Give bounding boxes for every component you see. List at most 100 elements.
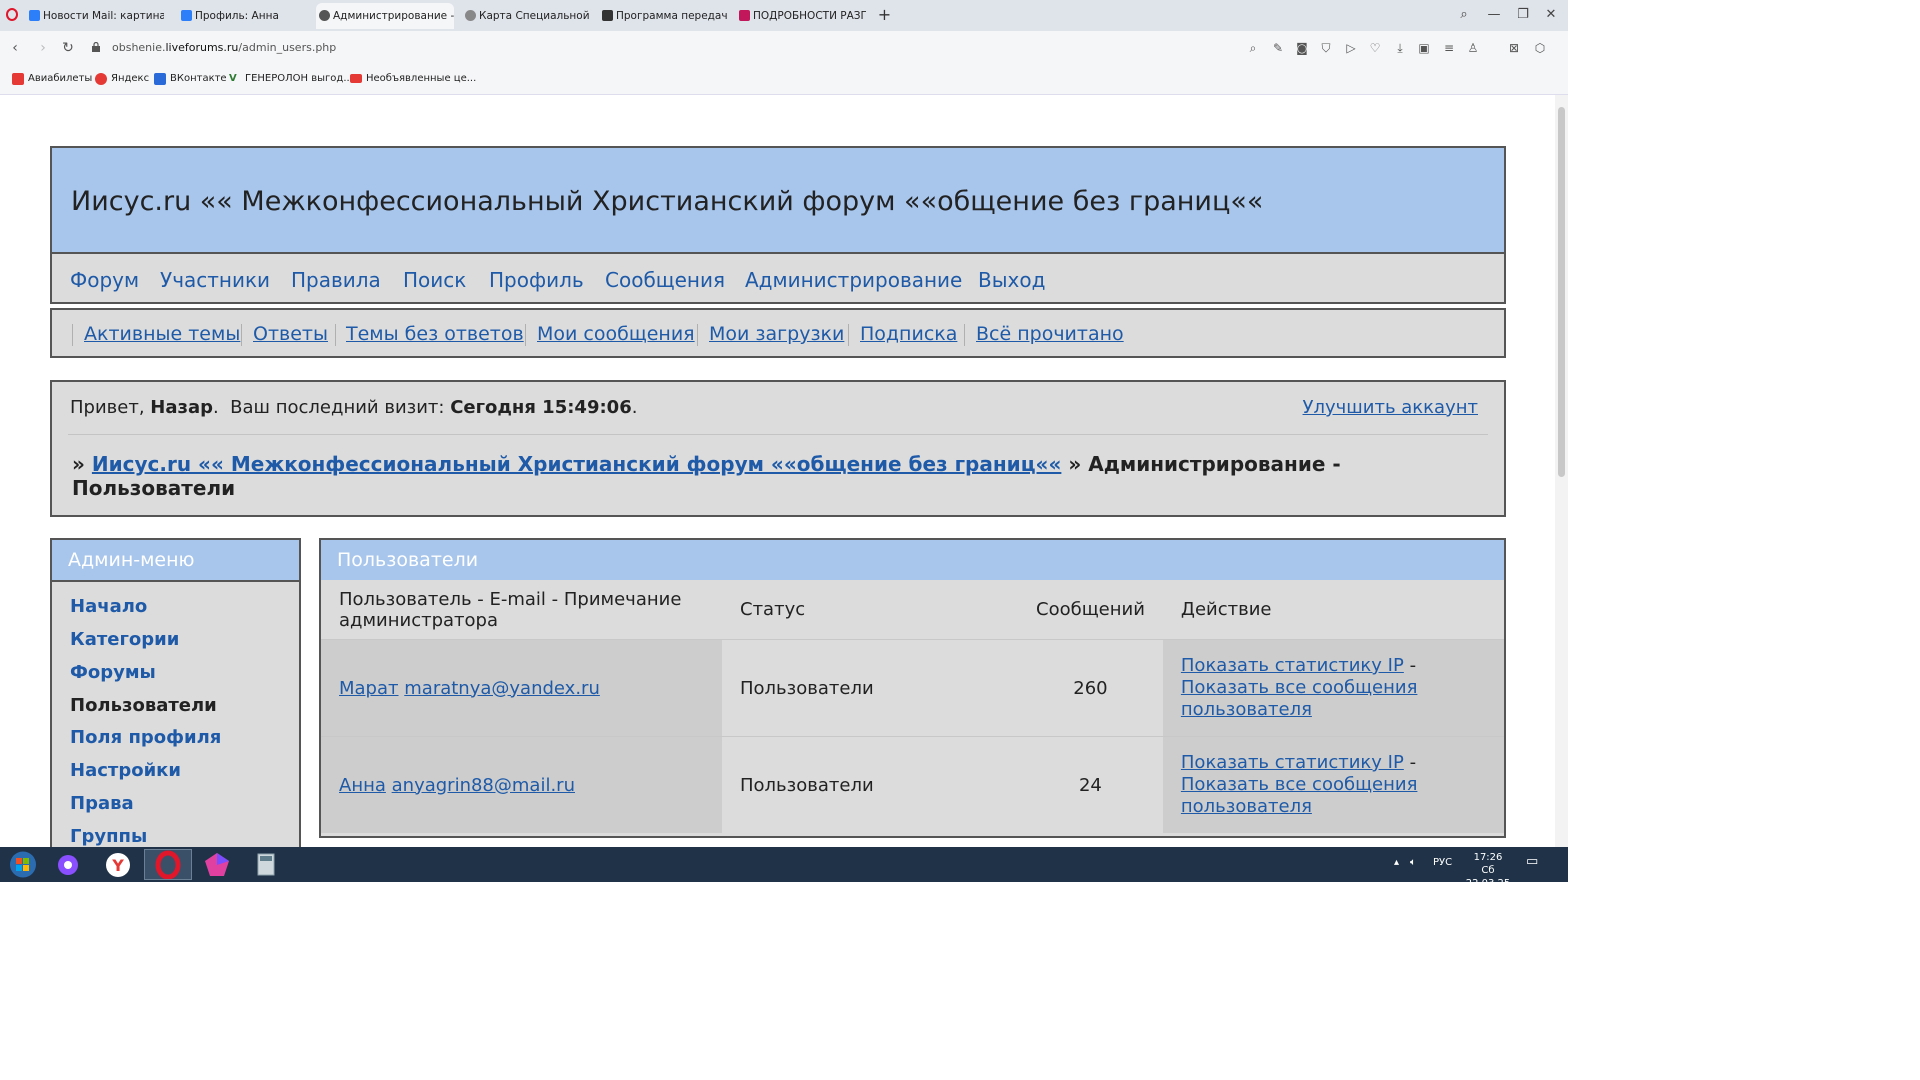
user-name-link[interactable]: Марат bbox=[339, 678, 399, 699]
shield-icon[interactable]: ⛉ bbox=[1318, 40, 1334, 56]
subnav-subscription[interactable]: Подписка bbox=[860, 323, 957, 345]
bookmark-youtube[interactable]: Необъявленные це... bbox=[350, 73, 476, 84]
separator bbox=[697, 324, 698, 346]
separator bbox=[335, 324, 336, 346]
subnav-active-topics[interactable]: Активные темы bbox=[84, 323, 240, 345]
breadcrumb-forum-link[interactable]: Иисус.ru «« Межконфессиональный Христиан… bbox=[92, 452, 1061, 476]
play-icon[interactable]: ▷ bbox=[1343, 40, 1359, 56]
web-page: Иисус.ru «« Межконфессиональный Христиан… bbox=[0, 95, 1568, 847]
bookmark-icon bbox=[12, 73, 24, 85]
start-button[interactable] bbox=[2, 849, 44, 880]
notifications-icon[interactable]: ▭ bbox=[1526, 854, 1538, 869]
easy-setup-icon[interactable]: ≡ bbox=[1441, 40, 1457, 56]
reload-icon[interactable]: ↻ bbox=[60, 40, 76, 56]
bookmark-yandex[interactable]: Яндекс bbox=[95, 73, 149, 85]
back-icon[interactable]: ‹ bbox=[7, 40, 23, 56]
show-ip-stats-link[interactable]: Показать статистику IP bbox=[1181, 752, 1404, 773]
url-field[interactable]: obshenie.liveforums.ru/admin_users.php bbox=[112, 41, 336, 54]
site-title: Иисус.ru «« Межконфессиональный Христиан… bbox=[71, 186, 1264, 217]
bookmark-generolon[interactable]: V ГЕНЕРОЛОН выгод... bbox=[229, 73, 353, 84]
users-panel-title: Пользователи bbox=[321, 540, 1504, 582]
show-hidden-icons-icon[interactable]: ▴ bbox=[1394, 857, 1399, 868]
alice-icon bbox=[58, 855, 78, 875]
download-icon[interactable]: ⤓ bbox=[1392, 40, 1408, 56]
subnav-unanswered[interactable]: Темы без ответов bbox=[346, 323, 524, 345]
last-visit-time: Сегодня 15:49:06 bbox=[450, 397, 632, 418]
show-ip-stats-link[interactable]: Показать статистику IP bbox=[1181, 655, 1404, 676]
calculator-button[interactable] bbox=[245, 849, 287, 880]
forum-favicon-icon bbox=[181, 10, 192, 21]
nav-logout[interactable]: Выход bbox=[978, 268, 1045, 292]
nav-administration[interactable]: Администрирование bbox=[745, 268, 962, 292]
page-scrollbar[interactable] bbox=[1555, 95, 1568, 847]
admin-menu-categories[interactable]: Категории bbox=[70, 629, 179, 650]
nav-profile[interactable]: Профиль bbox=[489, 268, 584, 292]
extensions-icon[interactable]: ⊠ bbox=[1506, 40, 1522, 56]
svg-text:Y: Y bbox=[111, 856, 124, 875]
yandex-browser-button[interactable]: Y bbox=[97, 849, 139, 880]
user-email-link[interactable]: anyagrin88@mail.ru bbox=[392, 775, 575, 796]
volume-icon[interactable]: 🔈︎ bbox=[1410, 857, 1416, 868]
tab-tv-program[interactable]: Программа передач ТВ в bbox=[599, 3, 729, 29]
subnav-my-uploads[interactable]: Мои загрузки bbox=[709, 323, 844, 345]
status-cell: Пользователи bbox=[722, 639, 1018, 737]
heart-icon[interactable]: ♡ bbox=[1367, 40, 1383, 56]
opera-menu-icon[interactable] bbox=[6, 8, 18, 21]
admin-menu-forums[interactable]: Форумы bbox=[70, 662, 156, 683]
divider bbox=[68, 434, 1488, 435]
lock-icon[interactable] bbox=[92, 42, 100, 52]
nav-rules[interactable]: Правила bbox=[291, 268, 381, 292]
scrollbar-thumb[interactable] bbox=[1558, 107, 1565, 477]
upgrade-account-link[interactable]: Улучшить аккаунт bbox=[1303, 397, 1478, 418]
minimize-icon[interactable]: — bbox=[1483, 5, 1505, 25]
language-indicator[interactable]: РУС bbox=[1433, 857, 1452, 868]
find-in-page-icon[interactable]: ⌕ bbox=[1245, 40, 1261, 56]
separator bbox=[525, 324, 526, 346]
subnav-replies[interactable]: Ответы bbox=[253, 323, 328, 345]
separator bbox=[964, 324, 965, 346]
user-email-link[interactable]: maratnya@yandex.ru bbox=[404, 678, 600, 699]
show-all-posts-link[interactable]: Показать все сообщения пользователя bbox=[1181, 774, 1418, 817]
action-cell: Показать статистику IP - Показать все соо… bbox=[1162, 736, 1504, 833]
nav-search[interactable]: Поиск bbox=[403, 268, 466, 292]
nav-members[interactable]: Участники bbox=[160, 268, 270, 292]
camera-icon[interactable]: ◙ bbox=[1294, 40, 1310, 56]
new-tab-plus-icon[interactable]: + bbox=[876, 6, 893, 23]
table-row: Марат maratnya@yandex.ru Пользователи 26… bbox=[321, 639, 1504, 737]
media-icon[interactable]: ▣ bbox=[1416, 40, 1432, 56]
subnav-my-posts[interactable]: Мои сообщения bbox=[537, 323, 695, 345]
forward-icon[interactable]: › bbox=[35, 40, 51, 56]
tab-profile-anna[interactable]: Профиль: Анна bbox=[178, 3, 310, 29]
app-button[interactable] bbox=[196, 849, 238, 880]
cube-icon[interactable]: ⬡ bbox=[1532, 40, 1548, 56]
admin-menu-title: Админ-меню bbox=[52, 540, 299, 582]
bookmark-vkontakte[interactable]: ВКонтакте bbox=[154, 73, 227, 85]
opera-browser-button[interactable] bbox=[144, 849, 192, 880]
bookmarks-bar: Авиабилеты Яндекс ВКонтакте V ГЕНЕРОЛОН … bbox=[0, 66, 1568, 95]
site-header: Иисус.ru «« Межконфессиональный Христиан… bbox=[50, 146, 1506, 254]
subnav-mark-all-read[interactable]: Всё прочитано bbox=[976, 323, 1124, 345]
admin-menu-profile-fields[interactable]: Поля профиля bbox=[70, 727, 221, 748]
restore-icon[interactable]: ❐ bbox=[1512, 5, 1534, 25]
admin-menu-start[interactable]: Начало bbox=[70, 596, 147, 617]
tab-search-icon[interactable]: ⌕ bbox=[1453, 5, 1475, 25]
nav-messages[interactable]: Сообщения bbox=[605, 268, 725, 292]
tab-map[interactable]: Карта Специальной воен bbox=[462, 3, 592, 29]
bookmark-aviabilety[interactable]: Авиабилеты bbox=[12, 73, 92, 85]
alice-assistant-button[interactable] bbox=[47, 849, 89, 880]
tab-mail-news[interactable]: Новости Mail: картина дн bbox=[26, 3, 164, 29]
admin-menu-permissions[interactable]: Права bbox=[70, 793, 134, 814]
system-clock[interactable]: 17:26 Сб 22.03.25 bbox=[1462, 851, 1514, 890]
tab-details[interactable]: ПОДРОБНОСТИ РАЗГОВ bbox=[736, 3, 866, 29]
admin-menu-groups[interactable]: Группы bbox=[70, 826, 147, 847]
user-name-link[interactable]: Анна bbox=[339, 775, 386, 796]
nav-forum[interactable]: Форум bbox=[70, 268, 139, 292]
greeting: Привет, Назар. Ваш последний визит: Сего… bbox=[70, 397, 638, 418]
tab-administration[interactable]: Администрирование - П bbox=[316, 3, 454, 29]
windows-start-icon bbox=[10, 851, 36, 878]
profile-icon[interactable]: ♙ bbox=[1465, 40, 1481, 56]
edit-icon[interactable]: ✎ bbox=[1270, 40, 1286, 56]
admin-menu-settings[interactable]: Настройки bbox=[70, 760, 181, 781]
show-all-posts-link[interactable]: Показать все сообщения пользователя bbox=[1181, 677, 1418, 720]
close-icon[interactable]: ✕ bbox=[1540, 5, 1562, 25]
